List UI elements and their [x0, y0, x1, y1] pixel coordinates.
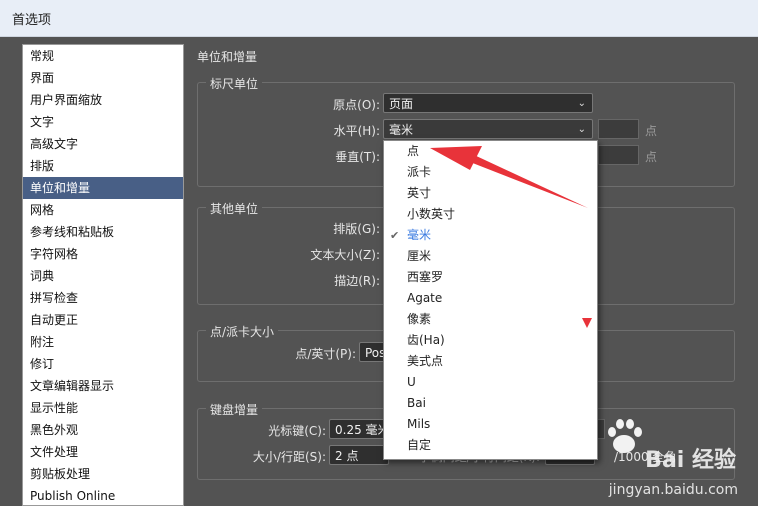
- arrow-head: [430, 146, 482, 170]
- arrow-shaft: [470, 154, 588, 208]
- baidu-paw-logo-icon: [608, 419, 642, 453]
- watermark-url: jingyan.baidu.com: [608, 482, 738, 498]
- watermark-brand: Bai 经验: [645, 448, 736, 473]
- annotation-arrow-icon: [430, 146, 592, 328]
- scroll-down-icon[interactable]: [582, 318, 592, 328]
